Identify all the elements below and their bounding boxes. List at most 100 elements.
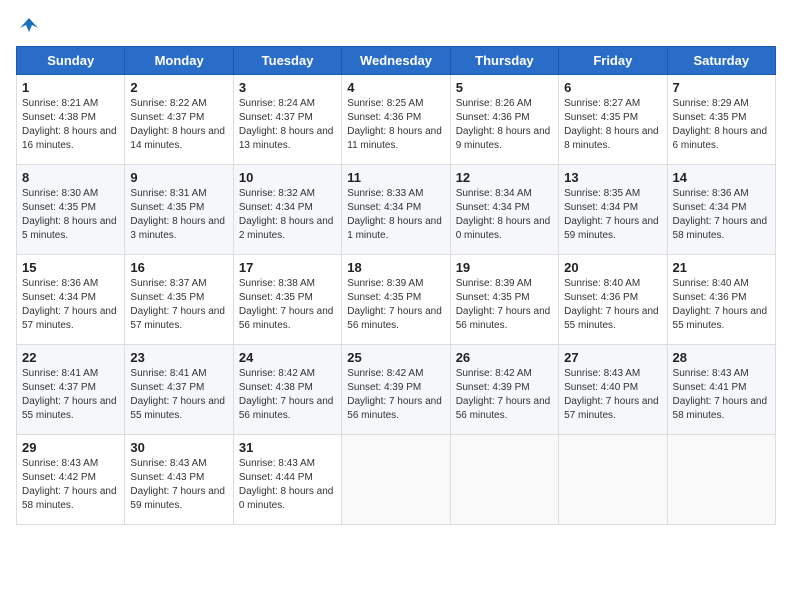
day-detail: Sunrise: 8:42 AMSunset: 4:39 PMDaylight:… [347, 368, 442, 421]
logo [16, 16, 40, 36]
day-number: 17 [239, 260, 336, 275]
day-number: 14 [673, 170, 770, 185]
calendar-cell: 4 Sunrise: 8:25 AMSunset: 4:36 PMDaylight… [342, 75, 450, 165]
calendar-cell: 14 Sunrise: 8:36 AMSunset: 4:34 PMDayligh… [667, 165, 775, 255]
calendar-cell: 30 Sunrise: 8:43 AMSunset: 4:43 PMDayligh… [125, 435, 233, 525]
day-number: 11 [347, 170, 444, 185]
calendar-cell: 15Sunrise: 8:36 AMSunset: 4:34 PMDayligh… [17, 255, 125, 345]
day-detail: Sunrise: 8:37 AMSunset: 4:35 PMDaylight:… [130, 278, 225, 331]
day-number: 20 [564, 260, 661, 275]
calendar-cell [667, 435, 775, 525]
day-number: 15 [22, 260, 119, 275]
header-day-tuesday: Tuesday [233, 47, 341, 75]
calendar-cell: 25 Sunrise: 8:42 AMSunset: 4:39 PMDayligh… [342, 345, 450, 435]
week-row-2: 8Sunrise: 8:30 AMSunset: 4:35 PMDaylight… [17, 165, 776, 255]
day-detail: Sunrise: 8:34 AMSunset: 4:34 PMDaylight:… [456, 188, 551, 241]
day-number: 7 [673, 80, 770, 95]
calendar-cell: 22Sunrise: 8:41 AMSunset: 4:37 PMDayligh… [17, 345, 125, 435]
calendar-cell [342, 435, 450, 525]
calendar-cell: 2 Sunrise: 8:22 AMSunset: 4:37 PMDaylight… [125, 75, 233, 165]
day-number: 8 [22, 170, 119, 185]
week-row-4: 22 Sunrise: 8:41 AMSunset: 4:37 PMDayligh… [17, 345, 776, 435]
day-number: 19 [456, 260, 553, 275]
day-number: 2 [130, 80, 227, 95]
day-number: 1 [22, 80, 119, 95]
week-row-3: 15Sunrise: 8:36 AMSunset: 4:34 PMDayligh… [17, 255, 776, 345]
day-number: 18 [347, 260, 444, 275]
calendar-cell: 29 Sunrise: 8:43 AMSunset: 4:42 PMDayligh… [17, 435, 125, 525]
day-number: 25 [347, 350, 444, 365]
calendar-cell: 20Sunrise: 8:40 AMSunset: 4:36 PMDayligh… [559, 255, 667, 345]
calendar-cell: 11 Sunrise: 8:33 AMSunset: 4:34 PMDayligh… [342, 165, 450, 255]
day-detail: Sunrise: 8:32 AMSunset: 4:34 PMDaylight:… [239, 188, 334, 241]
calendar-table: SundayMondayTuesdayWednesdayThursdayFrid… [16, 46, 776, 525]
calendar-cell: 10Sunrise: 8:32 AMSunset: 4:34 PMDayligh… [233, 165, 341, 255]
calendar-cell: 18 Sunrise: 8:39 AMSunset: 4:35 PMDayligh… [342, 255, 450, 345]
day-detail: Sunrise: 8:40 AMSunset: 4:36 PMDaylight:… [673, 278, 768, 331]
day-number: 29 [22, 440, 119, 455]
day-detail: Sunrise: 8:39 AMSunset: 4:35 PMDaylight:… [347, 278, 442, 331]
day-number: 26 [456, 350, 553, 365]
calendar-cell: 26 Sunrise: 8:42 AMSunset: 4:39 PMDayligh… [450, 345, 558, 435]
day-detail: Sunrise: 8:33 AMSunset: 4:34 PMDaylight:… [347, 188, 442, 241]
day-detail: Sunrise: 8:41 AMSunset: 4:37 PMDaylight:… [130, 368, 225, 421]
calendar-cell: 27 Sunrise: 8:43 AMSunset: 4:40 PMDayligh… [559, 345, 667, 435]
day-detail: Sunrise: 8:43 AMSunset: 4:42 PMDaylight:… [22, 458, 117, 511]
calendar-cell: 31Sunrise: 8:43 AMSunset: 4:44 PMDayligh… [233, 435, 341, 525]
calendar-cell: 6 Sunrise: 8:27 AMSunset: 4:35 PMDaylight… [559, 75, 667, 165]
calendar-cell: 12Sunrise: 8:34 AMSunset: 4:34 PMDayligh… [450, 165, 558, 255]
day-number: 22 [22, 350, 119, 365]
day-number: 24 [239, 350, 336, 365]
header-day-monday: Monday [125, 47, 233, 75]
days-of-week-row: SundayMondayTuesdayWednesdayThursdayFrid… [17, 47, 776, 75]
header-day-sunday: Sunday [17, 47, 125, 75]
day-number: 21 [673, 260, 770, 275]
day-detail: Sunrise: 8:38 AMSunset: 4:35 PMDaylight:… [239, 278, 334, 331]
day-detail: Sunrise: 8:43 AMSunset: 4:40 PMDaylight:… [564, 368, 659, 421]
day-detail: Sunrise: 8:22 AMSunset: 4:37 PMDaylight:… [130, 98, 225, 151]
day-detail: Sunrise: 8:43 AMSunset: 4:43 PMDaylight:… [130, 458, 225, 511]
day-detail: Sunrise: 8:43 AMSunset: 4:41 PMDaylight:… [673, 368, 768, 421]
day-number: 5 [456, 80, 553, 95]
day-detail: Sunrise: 8:21 AMSunset: 4:38 PMDaylight:… [22, 98, 117, 151]
day-detail: Sunrise: 8:42 AMSunset: 4:39 PMDaylight:… [456, 368, 551, 421]
calendar-cell: 1 Sunrise: 8:21 AMSunset: 4:38 PMDaylight… [17, 75, 125, 165]
logo-bird-icon [18, 14, 40, 36]
day-number: 3 [239, 80, 336, 95]
calendar-cell: 9 Sunrise: 8:31 AMSunset: 4:35 PMDaylight… [125, 165, 233, 255]
day-number: 28 [673, 350, 770, 365]
calendar-cell: 13 Sunrise: 8:35 AMSunset: 4:34 PMDayligh… [559, 165, 667, 255]
header-day-friday: Friday [559, 47, 667, 75]
day-detail: Sunrise: 8:42 AMSunset: 4:38 PMDaylight:… [239, 368, 334, 421]
day-detail: Sunrise: 8:24 AMSunset: 4:37 PMDaylight:… [239, 98, 334, 151]
day-detail: Sunrise: 8:29 AMSunset: 4:35 PMDaylight:… [673, 98, 768, 151]
day-detail: Sunrise: 8:39 AMSunset: 4:35 PMDaylight:… [456, 278, 551, 331]
day-detail: Sunrise: 8:31 AMSunset: 4:35 PMDaylight:… [130, 188, 225, 241]
header-day-thursday: Thursday [450, 47, 558, 75]
day-number: 27 [564, 350, 661, 365]
calendar-cell: 8Sunrise: 8:30 AMSunset: 4:35 PMDaylight… [17, 165, 125, 255]
week-row-1: 1 Sunrise: 8:21 AMSunset: 4:38 PMDaylight… [17, 75, 776, 165]
calendar-cell: 24 Sunrise: 8:42 AMSunset: 4:38 PMDayligh… [233, 345, 341, 435]
calendar-cell: 19 Sunrise: 8:39 AMSunset: 4:35 PMDayligh… [450, 255, 558, 345]
day-detail: Sunrise: 8:36 AMSunset: 4:34 PMDaylight:… [673, 188, 768, 241]
day-number: 13 [564, 170, 661, 185]
day-detail: Sunrise: 8:35 AMSunset: 4:34 PMDaylight:… [564, 188, 659, 241]
calendar-cell: 17 Sunrise: 8:38 AMSunset: 4:35 PMDayligh… [233, 255, 341, 345]
day-detail: Sunrise: 8:26 AMSunset: 4:36 PMDaylight:… [456, 98, 551, 151]
day-number: 23 [130, 350, 227, 365]
day-detail: Sunrise: 8:43 AMSunset: 4:44 PMDaylight:… [239, 458, 334, 511]
calendar-cell [559, 435, 667, 525]
header-day-wednesday: Wednesday [342, 47, 450, 75]
day-detail: Sunrise: 8:27 AMSunset: 4:35 PMDaylight:… [564, 98, 659, 151]
header [16, 16, 776, 36]
calendar-cell: 28 Sunrise: 8:43 AMSunset: 4:41 PMDayligh… [667, 345, 775, 435]
day-number: 9 [130, 170, 227, 185]
day-number: 4 [347, 80, 444, 95]
calendar-cell: 16 Sunrise: 8:37 AMSunset: 4:35 PMDayligh… [125, 255, 233, 345]
day-number: 16 [130, 260, 227, 275]
day-detail: Sunrise: 8:25 AMSunset: 4:36 PMDaylight:… [347, 98, 442, 151]
day-number: 30 [130, 440, 227, 455]
calendar-cell: 7 Sunrise: 8:29 AMSunset: 4:35 PMDaylight… [667, 75, 775, 165]
day-number: 6 [564, 80, 661, 95]
